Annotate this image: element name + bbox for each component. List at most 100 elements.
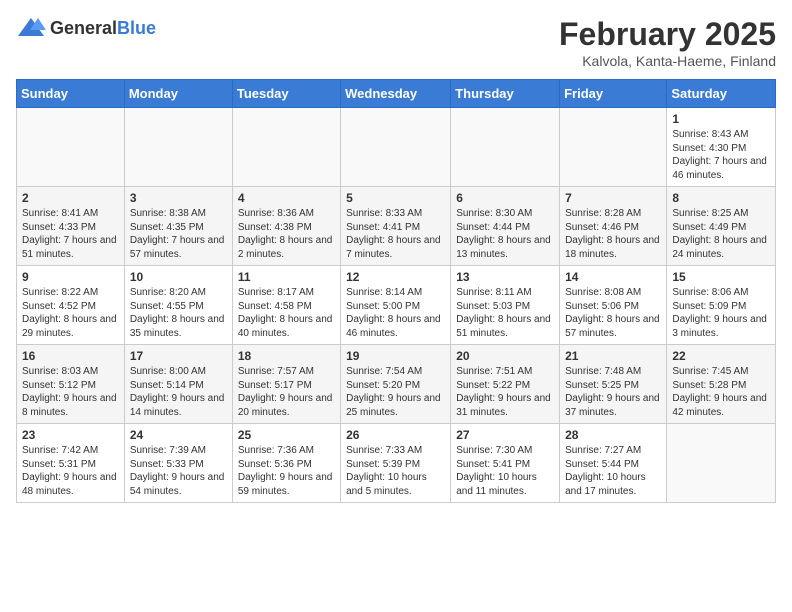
day-number: 26	[346, 428, 445, 442]
calendar-cell: 4Sunrise: 8:36 AM Sunset: 4:38 PM Daylig…	[232, 187, 340, 266]
day-number: 24	[130, 428, 227, 442]
day-info: Sunrise: 7:36 AM Sunset: 5:36 PM Dayligh…	[238, 444, 335, 498]
day-info: Sunrise: 8:41 AM Sunset: 4:33 PM Dayligh…	[22, 207, 119, 261]
day-number: 17	[130, 349, 227, 363]
day-number: 25	[238, 428, 335, 442]
calendar-cell	[232, 108, 340, 187]
calendar-cell	[667, 424, 776, 503]
day-number: 14	[565, 270, 661, 284]
day-number: 18	[238, 349, 335, 363]
day-number: 13	[456, 270, 554, 284]
day-number: 27	[456, 428, 554, 442]
calendar-cell: 28 Sunrise: 7:27 AM Sunset: 5:44 PM Dayli…	[560, 424, 667, 503]
calendar-cell: 22 Sunrise: 7:45 AM Sunset: 5:28 PM Dayli…	[667, 345, 776, 424]
day-info: Sunrise: 8:17 AM Sunset: 4:58 PM Dayligh…	[238, 286, 335, 340]
header: GeneralBlue February 2025 Kalvola, Kanta…	[16, 16, 776, 69]
day-info: Sunrise: 8:00 AM Sunset: 5:14 PM Dayligh…	[130, 365, 227, 419]
day-info: Sunrise: 8:20 AM Sunset: 4:55 PM Dayligh…	[130, 286, 227, 340]
day-number: 16	[22, 349, 119, 363]
month-title: February 2025	[559, 16, 776, 53]
calendar-cell: 25 Sunrise: 7:36 AM Sunset: 5:36 PM Dayli…	[232, 424, 340, 503]
calendar-week-row: 2 Sunrise: 8:41 AM Sunset: 4:33 PM Daylig…	[17, 187, 776, 266]
day-info: Sunrise: 8:22 AM Sunset: 4:52 PM Dayligh…	[22, 286, 119, 340]
day-info: Sunrise: 7:54 AM Sunset: 5:20 PM Dayligh…	[346, 365, 445, 419]
day-number: 22	[672, 349, 770, 363]
calendar-cell	[341, 108, 451, 187]
day-number: 20	[456, 349, 554, 363]
day-number: 9	[22, 270, 119, 284]
calendar-cell: 27 Sunrise: 7:30 AM Sunset: 5:41 PM Dayli…	[451, 424, 560, 503]
day-info: Sunrise: 7:27 AM Sunset: 5:44 PM Dayligh…	[565, 444, 661, 498]
calendar-week-row: 23Sunrise: 7:42 AM Sunset: 5:31 PM Dayli…	[17, 424, 776, 503]
calendar-cell: 23Sunrise: 7:42 AM Sunset: 5:31 PM Dayli…	[17, 424, 125, 503]
day-info: Sunrise: 7:51 AM Sunset: 5:22 PM Dayligh…	[456, 365, 554, 419]
day-number: 2	[22, 191, 119, 205]
calendar-cell: 13 Sunrise: 8:11 AM Sunset: 5:03 PM Dayli…	[451, 266, 560, 345]
calendar-cell: 20 Sunrise: 7:51 AM Sunset: 5:22 PM Dayli…	[451, 345, 560, 424]
calendar-header-thursday: Thursday	[451, 80, 560, 108]
calendar-cell: 15Sunrise: 8:06 AM Sunset: 5:09 PM Dayli…	[667, 266, 776, 345]
calendar-header-tuesday: Tuesday	[232, 80, 340, 108]
day-number: 6	[456, 191, 554, 205]
day-number: 12	[346, 270, 445, 284]
day-info: Sunrise: 8:33 AM Sunset: 4:41 PM Dayligh…	[346, 207, 445, 261]
calendar-header-row: SundayMondayTuesdayWednesdayThursdayFrid…	[17, 80, 776, 108]
calendar: SundayMondayTuesdayWednesdayThursdayFrid…	[16, 79, 776, 503]
calendar-cell: 10 Sunrise: 8:20 AM Sunset: 4:55 PM Dayli…	[124, 266, 232, 345]
day-number: 11	[238, 270, 335, 284]
day-number: 19	[346, 349, 445, 363]
calendar-cell	[124, 108, 232, 187]
calendar-cell: 24Sunrise: 7:39 AM Sunset: 5:33 PM Dayli…	[124, 424, 232, 503]
day-info: Sunrise: 8:08 AM Sunset: 5:06 PM Dayligh…	[565, 286, 661, 340]
day-info: Sunrise: 7:30 AM Sunset: 5:41 PM Dayligh…	[456, 444, 554, 498]
day-info: Sunrise: 8:28 AM Sunset: 4:46 PM Dayligh…	[565, 207, 661, 261]
calendar-cell	[560, 108, 667, 187]
day-number: 10	[130, 270, 227, 284]
calendar-cell: 9 Sunrise: 8:22 AM Sunset: 4:52 PM Daylig…	[17, 266, 125, 345]
calendar-cell: 8Sunrise: 8:25 AM Sunset: 4:49 PM Daylig…	[667, 187, 776, 266]
calendar-cell: 12 Sunrise: 8:14 AM Sunset: 5:00 PM Dayli…	[341, 266, 451, 345]
logo-text-blue: Blue	[117, 18, 156, 38]
day-number: 8	[672, 191, 770, 205]
calendar-cell: 2 Sunrise: 8:41 AM Sunset: 4:33 PM Daylig…	[17, 187, 125, 266]
calendar-header-wednesday: Wednesday	[341, 80, 451, 108]
day-info: Sunrise: 8:30 AM Sunset: 4:44 PM Dayligh…	[456, 207, 554, 261]
calendar-cell	[17, 108, 125, 187]
day-number: 21	[565, 349, 661, 363]
calendar-week-row: 16 Sunrise: 8:03 AM Sunset: 5:12 PM Dayli…	[17, 345, 776, 424]
calendar-week-row: 1 Sunrise: 8:43 AM Sunset: 4:30 PM Daylig…	[17, 108, 776, 187]
day-info: Sunrise: 8:14 AM Sunset: 5:00 PM Dayligh…	[346, 286, 445, 340]
day-info: Sunrise: 7:33 AM Sunset: 5:39 PM Dayligh…	[346, 444, 445, 498]
calendar-cell	[451, 108, 560, 187]
calendar-header-friday: Friday	[560, 80, 667, 108]
day-info: Sunrise: 8:03 AM Sunset: 5:12 PM Dayligh…	[22, 365, 119, 419]
calendar-cell: 1 Sunrise: 8:43 AM Sunset: 4:30 PM Daylig…	[667, 108, 776, 187]
day-number: 7	[565, 191, 661, 205]
title-area: February 2025 Kalvola, Kanta-Haeme, Finl…	[559, 16, 776, 69]
day-info: Sunrise: 7:57 AM Sunset: 5:17 PM Dayligh…	[238, 365, 335, 419]
day-number: 28	[565, 428, 661, 442]
day-info: Sunrise: 8:43 AM Sunset: 4:30 PM Dayligh…	[672, 128, 770, 182]
calendar-header-saturday: Saturday	[667, 80, 776, 108]
calendar-cell: 5Sunrise: 8:33 AM Sunset: 4:41 PM Daylig…	[341, 187, 451, 266]
day-number: 4	[238, 191, 335, 205]
day-number: 1	[672, 112, 770, 126]
day-number: 15	[672, 270, 770, 284]
logo-icon	[16, 16, 46, 40]
calendar-header-monday: Monday	[124, 80, 232, 108]
calendar-cell: 14 Sunrise: 8:08 AM Sunset: 5:06 PM Dayli…	[560, 266, 667, 345]
day-info: Sunrise: 8:11 AM Sunset: 5:03 PM Dayligh…	[456, 286, 554, 340]
calendar-cell: 18 Sunrise: 7:57 AM Sunset: 5:17 PM Dayli…	[232, 345, 340, 424]
day-info: Sunrise: 7:48 AM Sunset: 5:25 PM Dayligh…	[565, 365, 661, 419]
calendar-cell: 7 Sunrise: 8:28 AM Sunset: 4:46 PM Daylig…	[560, 187, 667, 266]
day-info: Sunrise: 7:45 AM Sunset: 5:28 PM Dayligh…	[672, 365, 770, 419]
calendar-cell: 19 Sunrise: 7:54 AM Sunset: 5:20 PM Dayli…	[341, 345, 451, 424]
calendar-cell: 26 Sunrise: 7:33 AM Sunset: 5:39 PM Dayli…	[341, 424, 451, 503]
calendar-cell: 3Sunrise: 8:38 AM Sunset: 4:35 PM Daylig…	[124, 187, 232, 266]
day-info: Sunrise: 8:38 AM Sunset: 4:35 PM Dayligh…	[130, 207, 227, 261]
calendar-cell: 6 Sunrise: 8:30 AM Sunset: 4:44 PM Daylig…	[451, 187, 560, 266]
calendar-cell: 16 Sunrise: 8:03 AM Sunset: 5:12 PM Dayli…	[17, 345, 125, 424]
day-info: Sunrise: 7:42 AM Sunset: 5:31 PM Dayligh…	[22, 444, 119, 498]
calendar-cell: 11 Sunrise: 8:17 AM Sunset: 4:58 PM Dayli…	[232, 266, 340, 345]
location-subtitle: Kalvola, Kanta-Haeme, Finland	[559, 53, 776, 69]
